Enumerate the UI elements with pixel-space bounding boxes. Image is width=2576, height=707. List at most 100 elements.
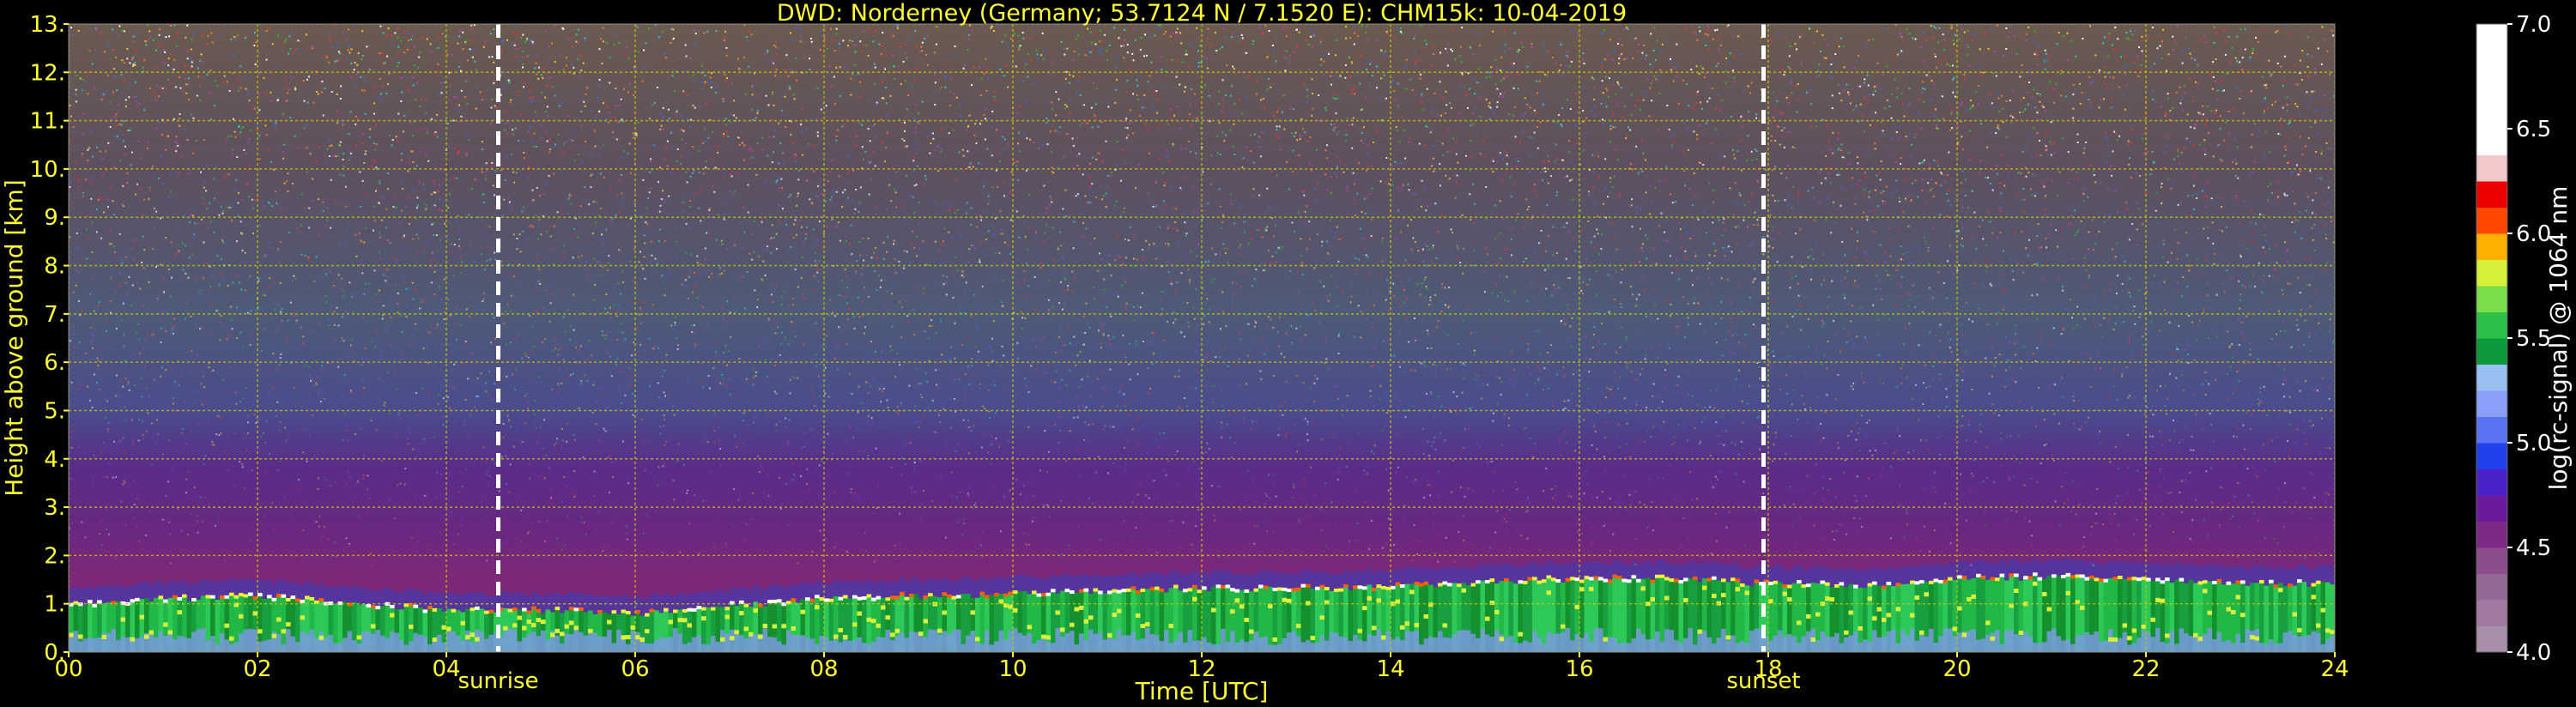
residual-layer-column	[541, 596, 547, 614]
noise-pixel	[1914, 179, 1917, 182]
noise-pixel	[235, 178, 238, 181]
residual-layer-column	[639, 599, 646, 616]
noise-pixel	[1164, 31, 1167, 33]
noise-pixel	[1909, 553, 1912, 555]
noise-pixel	[391, 144, 393, 147]
near-ground-column	[2033, 643, 2039, 652]
noise-pixel	[335, 24, 337, 27]
noise-pixel	[856, 260, 858, 262]
layer-top-edge	[390, 605, 396, 609]
noise-pixel	[668, 394, 670, 396]
near-ground-column	[579, 631, 585, 652]
near-ground-column	[894, 636, 900, 652]
noise-pixel	[1533, 183, 1536, 185]
noise-pixel	[1932, 227, 1934, 230]
near-ground-column	[130, 641, 136, 652]
residual-layer-column	[2264, 568, 2270, 586]
noise-pixel	[1164, 181, 1167, 184]
noise-pixel	[85, 228, 88, 231]
noise-pixel	[835, 33, 838, 35]
residual-layer-column	[1995, 563, 2001, 580]
noise-pixel	[723, 172, 725, 174]
noise-pixel	[1233, 102, 1236, 105]
noise-pixel	[98, 304, 100, 306]
noise-pixel	[1027, 363, 1029, 366]
layer-top-edge	[191, 597, 197, 601]
noise-pixel	[921, 100, 924, 103]
residual-layer-column	[2103, 564, 2109, 582]
noise-pixel	[2252, 233, 2255, 235]
near-ground-column	[545, 639, 551, 652]
boundary-layer-column	[2099, 580, 2105, 652]
noise-pixel	[1205, 302, 1208, 305]
near-ground-column	[1140, 638, 1146, 652]
noise-pixel	[342, 53, 344, 56]
near-ground-column	[422, 636, 428, 652]
residual-layer-column	[1929, 565, 1935, 583]
noise-pixel	[1009, 219, 1012, 221]
noise-pixel	[2223, 291, 2226, 293]
layer-top-edge	[229, 592, 235, 596]
noise-pixel	[193, 233, 196, 235]
noise-pixel	[1730, 441, 1733, 444]
noise-pixel	[850, 224, 852, 227]
noise-pixel	[800, 277, 803, 280]
noise-pixel	[2253, 160, 2256, 163]
layer-top-edge	[1225, 584, 1231, 589]
noise-pixel	[656, 86, 658, 88]
noise-pixel	[1706, 293, 1709, 296]
noise-pixel	[873, 63, 876, 65]
noise-pixel	[116, 136, 118, 137]
layer-top-edge	[1853, 584, 1859, 589]
residual-layer-column	[371, 590, 377, 608]
residual-layer-column	[1329, 574, 1335, 591]
noise-pixel	[317, 93, 319, 95]
noise-pixel	[2009, 100, 2011, 102]
layer-speckle	[1461, 588, 1467, 593]
near-ground-column	[942, 631, 948, 652]
noise-pixel	[663, 391, 665, 394]
near-ground-column	[526, 634, 532, 652]
noise-pixel	[1850, 430, 1852, 432]
noise-pixel	[1176, 450, 1179, 453]
noise-pixel	[320, 91, 323, 94]
noise-pixel	[1901, 364, 1904, 366]
residual-layer-column	[777, 584, 783, 602]
noise-pixel	[124, 248, 127, 251]
noise-pixel	[1787, 204, 1790, 207]
noise-pixel	[356, 63, 359, 66]
noise-pixel	[2319, 178, 2322, 180]
noise-pixel	[609, 187, 612, 190]
noise-pixel	[1862, 115, 1864, 118]
noise-pixel	[2208, 383, 2210, 385]
layer-speckle	[144, 634, 150, 639]
noise-pixel	[2131, 310, 2134, 312]
near-ground-column	[503, 631, 509, 652]
noise-pixel	[437, 190, 439, 192]
noise-pixel	[416, 204, 419, 207]
near-ground-column	[1112, 639, 1118, 652]
layer-speckle	[130, 637, 136, 642]
layer-top-edge	[1768, 581, 1774, 585]
noise-pixel	[436, 323, 439, 325]
noise-pixel	[1247, 243, 1250, 245]
residual-layer-column	[522, 593, 528, 611]
noise-pixel	[1096, 378, 1099, 380]
noise-pixel	[2280, 118, 2282, 120]
noise-pixel	[694, 346, 696, 348]
noise-pixel	[1215, 50, 1218, 52]
noise-pixel	[1420, 362, 1422, 365]
noise-pixel	[1997, 127, 1999, 130]
noise-pixel	[545, 289, 548, 292]
layer-speckle	[2122, 623, 2128, 628]
noise-pixel	[749, 148, 750, 151]
noise-pixel	[2329, 73, 2331, 76]
residual-layer-column	[1249, 574, 1255, 592]
noise-pixel	[1979, 424, 1981, 426]
layer-top-edge	[1584, 576, 1590, 580]
noise-pixel	[403, 483, 406, 486]
noise-pixel	[1239, 384, 1241, 387]
noise-pixel	[512, 233, 515, 236]
noise-pixel	[1207, 353, 1209, 355]
noise-pixel	[1994, 357, 1997, 360]
